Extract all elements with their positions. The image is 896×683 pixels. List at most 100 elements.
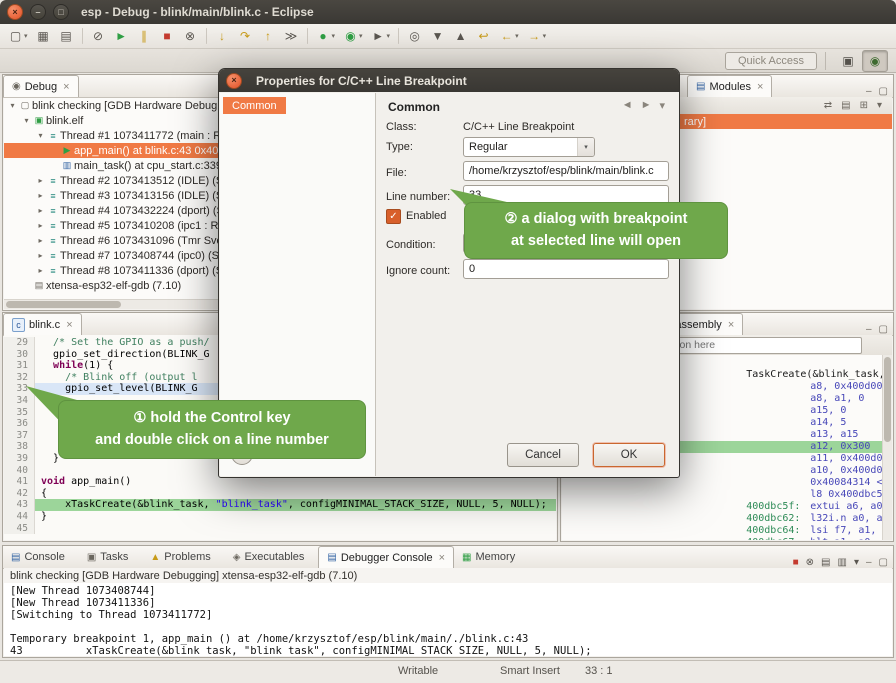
code-line-text[interactable]: /* Set the GPIO as a push/ [35, 337, 210, 349]
tab-problems[interactable]: ▲ Problems [142, 546, 224, 568]
maximize-view-icon[interactable]: ▢ [879, 557, 888, 568]
cpp-perspective-button[interactable]: ▣ [836, 51, 860, 71]
back-icon[interactable]: ◄ [622, 99, 633, 112]
line-number[interactable]: 40 [4, 465, 35, 477]
step-into-button[interactable]: ↓ [212, 26, 233, 46]
ok-button[interactable]: OK [593, 443, 665, 467]
twisty-icon[interactable]: ▾ [7, 101, 18, 110]
line-number[interactable]: 41 [4, 476, 35, 488]
twisty-icon[interactable]: ▸ [35, 206, 46, 215]
save-button[interactable]: ▦ [33, 26, 54, 46]
code-line-text[interactable] [35, 418, 41, 430]
instruction-stepping-button[interactable]: ≫ [281, 26, 302, 46]
tab-memory[interactable]: ▦ Memory [454, 546, 529, 568]
forward-button[interactable]: → ▾ [524, 26, 550, 46]
window-titlebar[interactable]: × – □ esp - Debug - blink/main/blink.c -… [0, 0, 896, 24]
scroll-lock-icon[interactable]: ▥ [838, 557, 847, 568]
code-line-text[interactable]: } [35, 511, 47, 523]
code-line-text[interactable]: void app_main() [35, 476, 131, 488]
code-line-text[interactable] [35, 407, 41, 419]
previous-annotation-button[interactable]: ▲ [450, 26, 471, 46]
line-number[interactable]: 35 [4, 407, 35, 419]
twisty-icon[interactable]: ▸ [35, 191, 46, 200]
code-line-text[interactable]: gpio_set_direction(BLINK_G [35, 349, 210, 361]
line-number[interactable]: 33 [4, 383, 35, 395]
code-line-text[interactable]: /* Blink off (output l [35, 372, 198, 384]
close-tab-icon[interactable]: × [66, 319, 72, 331]
tab-console[interactable]: ▤ Console [3, 546, 79, 568]
new-wizard-button[interactable]: ▢ ▾ [5, 26, 31, 46]
toolbar-separator[interactable] [307, 28, 308, 44]
quick-access-input[interactable]: Quick Access [725, 52, 817, 70]
toolbar-separator[interactable] [82, 28, 83, 44]
last-edit-location-button[interactable]: ↩ [473, 26, 494, 46]
debug-button[interactable]: ● ▾ [313, 26, 339, 46]
scrollbar-thumb[interactable] [6, 301, 121, 308]
run-button[interactable]: ◉ ▾ [340, 26, 366, 46]
close-tab-icon[interactable]: × [728, 319, 734, 331]
twisty-icon[interactable]: ▸ [35, 251, 46, 260]
line-number[interactable]: 36 [4, 418, 35, 430]
menu-arrow-icon[interactable]: ▾ [659, 99, 665, 112]
tab-debug[interactable]: ◉ Debug × [3, 75, 79, 97]
scrollbar-thumb[interactable] [884, 357, 891, 442]
line-number[interactable]: 29 [4, 337, 35, 349]
line-number[interactable]: 31 [4, 360, 35, 372]
layout-icon[interactable]: ⊞ [860, 100, 868, 111]
skip-breakpoints-button[interactable]: ⊘ [88, 26, 109, 46]
terminate-button[interactable]: ■ [157, 26, 178, 46]
step-return-button[interactable]: ↑ [258, 26, 279, 46]
enabled-checkbox[interactable]: ✓ [386, 209, 401, 224]
code-line-text[interactable] [35, 430, 41, 442]
tab-executables[interactable]: ◈ Executables [225, 546, 319, 568]
window-minimize-button[interactable]: – [30, 4, 46, 20]
line-number[interactable]: 44 [4, 511, 35, 523]
toolbar-separator[interactable] [398, 28, 399, 44]
close-tab-icon[interactable]: × [439, 552, 445, 564]
print-button[interactable]: ▤ [56, 26, 77, 46]
dialog-titlebar[interactable]: × Properties for C/C++ Line Breakpoint [219, 69, 679, 92]
resume-button[interactable]: ► [111, 26, 132, 46]
twisty-icon[interactable]: ▸ [35, 176, 46, 185]
tab-debugger-console[interactable]: ▤ Debugger Console × [318, 546, 454, 568]
type-dropdown[interactable]: Regular ▾ [463, 137, 595, 157]
console-menu-icon[interactable]: ▾ [854, 557, 859, 568]
clear-console-icon[interactable]: ▤ [821, 557, 830, 568]
close-tab-icon[interactable]: × [63, 81, 69, 93]
code-line-text[interactable]: gpio_set_level(BLINK_G [35, 383, 198, 395]
line-number[interactable]: 30 [4, 349, 35, 361]
dialog-close-button[interactable]: × [226, 73, 242, 89]
twisty-icon[interactable]: ▸ [35, 236, 46, 245]
window-close-button[interactable]: × [7, 4, 23, 20]
disconnect-button[interactable]: ⊗ [180, 26, 201, 46]
ignore-count-field[interactable] [463, 259, 669, 279]
code-line-text[interactable]: { [35, 488, 47, 500]
minimize-view-icon[interactable]: – [866, 324, 872, 335]
line-number[interactable]: 38 [4, 441, 35, 453]
line-number[interactable]: 34 [4, 395, 35, 407]
twisty-icon[interactable]: ▸ [35, 221, 46, 230]
twisty-icon[interactable]: ▾ [35, 131, 46, 140]
tab-modules[interactable]: ▤ Modules × [687, 75, 772, 97]
code-line-text[interactable] [35, 465, 41, 477]
maximize-view-icon[interactable]: ▢ [879, 324, 888, 335]
close-tab-icon[interactable]: × [757, 81, 763, 93]
collapse-all-icon[interactable]: ▤ [841, 100, 850, 111]
back-button[interactable]: ← ▾ [496, 26, 522, 46]
minimize-view-icon[interactable]: – [866, 86, 872, 97]
line-number[interactable]: 39 [4, 453, 35, 465]
cancel-button[interactable]: Cancel [507, 443, 579, 467]
tab-tasks[interactable]: ▣ Tasks [79, 546, 143, 568]
code-line-text[interactable] [35, 441, 41, 453]
twisty-icon[interactable]: ▾ [21, 116, 32, 125]
external-tools-button[interactable]: ► ▾ [368, 26, 394, 46]
sidebar-item-common[interactable]: Common [223, 97, 286, 114]
line-number[interactable]: 37 [4, 430, 35, 442]
code-line-text[interactable] [35, 395, 41, 407]
remove-launch-icon[interactable]: ⊗ [806, 557, 814, 568]
maximize-view-icon[interactable]: ▢ [879, 86, 888, 97]
line-number[interactable]: 45 [4, 523, 35, 535]
disassembly-scrollbar[interactable] [882, 355, 892, 540]
debug-perspective-button[interactable]: ◉ [862, 50, 888, 72]
line-number[interactable]: 43 [4, 499, 35, 511]
